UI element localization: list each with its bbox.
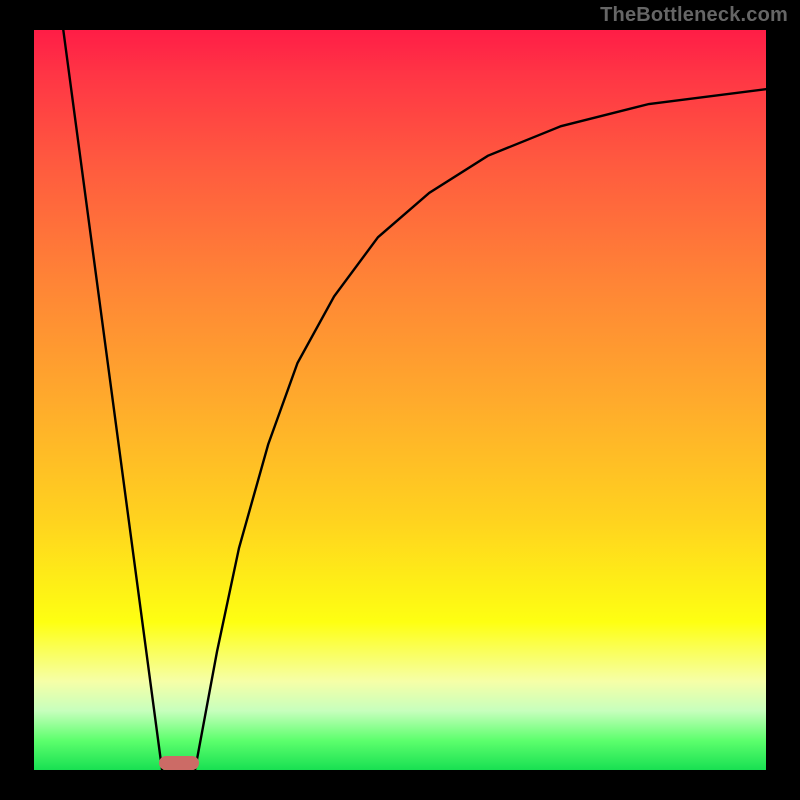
curve-layer bbox=[34, 30, 766, 770]
chart-frame: TheBottleneck.com bbox=[0, 0, 800, 800]
watermark-text: TheBottleneck.com bbox=[600, 4, 788, 27]
bottleneck-marker bbox=[159, 756, 199, 770]
left-descent-line bbox=[63, 30, 162, 770]
right-ascent-curve bbox=[195, 89, 766, 770]
